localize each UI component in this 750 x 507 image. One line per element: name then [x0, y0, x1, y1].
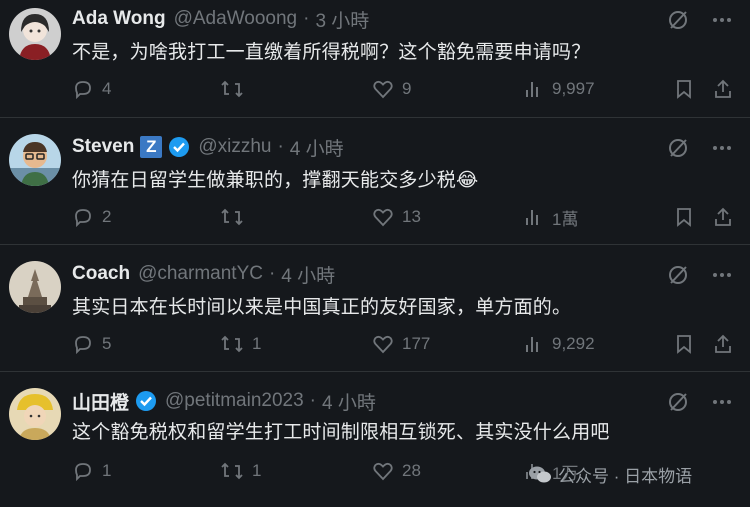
- bookmark-button[interactable]: [674, 76, 694, 102]
- handle[interactable]: @xizzhu: [198, 136, 271, 158]
- share-button[interactable]: [712, 204, 734, 230]
- retweet-count: 1: [252, 461, 262, 480]
- retweet-button[interactable]: [220, 204, 252, 230]
- share-icon: [715, 334, 731, 353]
- reply-feed: Ada Wong @AdaWooong · 3 小時 不是，为啥我打工一直缴着所…: [0, 0, 750, 507]
- like-count: 28: [402, 461, 421, 480]
- retweet-button[interactable]: [220, 76, 252, 102]
- retweet-icon: [221, 335, 243, 353]
- separator-dot: ·: [309, 390, 316, 411]
- handle[interactable]: @petitmain2023: [165, 390, 304, 412]
- like-button[interactable]: 9: [372, 76, 411, 102]
- more-icon[interactable]: [710, 390, 734, 414]
- retweet-button[interactable]: 1: [220, 331, 261, 357]
- tweet-text: 这个豁免税权和留学生打工时间制限相互锁死、其实没什么用吧: [72, 422, 610, 443]
- grok-icon[interactable]: [666, 8, 690, 32]
- views-button[interactable]: 9,997: [524, 76, 595, 102]
- grok-icon[interactable]: [666, 390, 690, 414]
- more-icon[interactable]: [710, 136, 734, 160]
- views-button[interactable]: 9,292: [524, 331, 595, 357]
- retweet-count: 1: [252, 334, 262, 353]
- bookmark-button[interactable]: [674, 204, 694, 230]
- heart-icon: [373, 80, 393, 99]
- tweet-text: 你猜在日留学生做兼职的，撑翻天能交多少税😂: [72, 170, 479, 191]
- more-icon[interactable]: [710, 8, 734, 32]
- retweet-icon: [221, 208, 243, 226]
- like-button[interactable]: 13: [372, 204, 421, 230]
- share-button[interactable]: [712, 76, 734, 102]
- share-icon: [715, 207, 731, 226]
- watermark-text: 公众号 · 日本物语: [558, 467, 693, 486]
- share-icon: [715, 79, 731, 98]
- grok-icon[interactable]: [666, 136, 690, 160]
- reply-icon: [75, 81, 91, 100]
- heart-icon: [373, 208, 393, 227]
- views-icon: [526, 210, 538, 225]
- verified-badge-icon: [135, 390, 157, 412]
- timestamp[interactable]: 4 小時: [290, 134, 344, 161]
- avatar[interactable]: [9, 8, 61, 60]
- reply-count: 5: [102, 334, 112, 353]
- reply-button[interactable]: 5: [72, 331, 111, 357]
- handle[interactable]: @charmantYC: [138, 263, 263, 285]
- timestamp[interactable]: 4 小時: [322, 388, 376, 415]
- tweet[interactable]: Coach @charmantYC · 4 小時 其实日本在长时间以来是中国真正…: [0, 245, 750, 372]
- bookmark-icon: [677, 208, 691, 227]
- like-count: 9: [402, 79, 412, 98]
- heart-icon: [373, 462, 393, 481]
- tweet-text: 其实日本在长时间以来是中国真正的友好国家，单方面的。: [72, 297, 572, 318]
- more-icon[interactable]: [710, 263, 734, 287]
- retweet-icon: [221, 462, 243, 480]
- separator-dot: ·: [303, 8, 310, 29]
- views-icon: [526, 337, 538, 352]
- timestamp[interactable]: 4 小時: [281, 261, 335, 288]
- timestamp[interactable]: 3 小時: [315, 6, 369, 33]
- wechat-icon: [529, 466, 551, 482]
- reply-count: 4: [102, 79, 112, 98]
- views-icon: [526, 82, 538, 97]
- reply-icon: [75, 336, 91, 355]
- handle[interactable]: @AdaWooong: [174, 8, 298, 30]
- views-button[interactable]: 1萬: [524, 204, 578, 230]
- like-button[interactable]: 177: [372, 331, 430, 357]
- bookmark-icon: [677, 335, 691, 354]
- bookmark-button[interactable]: [674, 331, 694, 357]
- like-button[interactable]: 28: [372, 458, 421, 484]
- display-name[interactable]: 山田橙: [72, 388, 129, 415]
- separator-dot: ·: [268, 263, 276, 284]
- separator-dot: ·: [277, 136, 284, 157]
- reply-count: 2: [102, 207, 112, 226]
- profile-badge: Z: [140, 136, 163, 158]
- avatar[interactable]: [9, 261, 61, 313]
- avatar[interactable]: [9, 134, 61, 186]
- views-count: 9,997: [552, 79, 595, 98]
- display-name[interactable]: Steven: [72, 136, 134, 158]
- heart-icon: [373, 335, 393, 354]
- reply-count: 1: [102, 461, 112, 480]
- tweet-text: 不是，为啥我打工一直缴着所得税啊？这个豁免需要申请吗？: [72, 42, 591, 63]
- tweet[interactable]: Ada Wong @AdaWooong · 3 小時 不是，为啥我打工一直缴着所…: [0, 0, 750, 118]
- like-count: 13: [402, 207, 421, 226]
- watermark: 公众号 · 日本物语: [528, 462, 692, 487]
- like-count: 177: [402, 334, 431, 353]
- bookmark-icon: [677, 80, 691, 99]
- reply-icon: [75, 463, 91, 482]
- reply-button[interactable]: 4: [72, 76, 111, 102]
- verified-badge-icon: [168, 136, 190, 158]
- tweet[interactable]: Steven Z @xizzhu · 4 小時 你猜在日留学生做兼职的，撑翻天能…: [0, 118, 750, 245]
- reply-icon: [75, 209, 91, 228]
- display-name[interactable]: Coach: [72, 263, 130, 285]
- retweet-button[interactable]: 1: [220, 458, 261, 484]
- views-count: 1萬: [552, 209, 579, 229]
- avatar[interactable]: [9, 388, 61, 440]
- retweet-icon: [221, 80, 243, 98]
- reply-button[interactable]: 2: [72, 204, 111, 230]
- display-name[interactable]: Ada Wong: [72, 8, 166, 30]
- grok-icon[interactable]: [666, 263, 690, 287]
- share-button[interactable]: [712, 331, 734, 357]
- views-count: 9,292: [552, 334, 595, 353]
- reply-button[interactable]: 1: [72, 458, 111, 484]
